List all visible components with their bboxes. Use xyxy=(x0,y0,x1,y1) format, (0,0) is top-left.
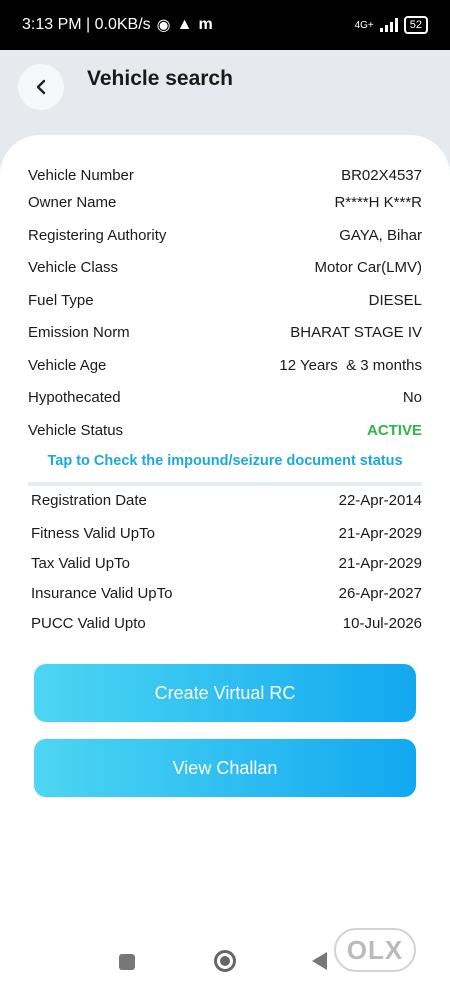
detail-value: Motor Car(LMV) xyxy=(314,258,422,276)
detail-value: GAYA, Bihar xyxy=(339,226,422,244)
detail-value: No xyxy=(402,388,422,406)
section-divider xyxy=(28,482,422,486)
detail-label: Vehicle Number xyxy=(28,166,134,184)
status-bar: 3:13 PM | 0.0KB/s ◉ ▲ m 4G+ 52 xyxy=(0,0,450,50)
chat-icon: ◉ xyxy=(156,17,171,34)
detail-value: DIESEL xyxy=(368,291,422,309)
detail-label: Vehicle Age xyxy=(28,356,107,374)
detail-label: Hypothecated xyxy=(28,388,121,406)
validity-label: Fitness Valid UpTo xyxy=(31,524,155,542)
validity-label: Insurance Valid UpTo xyxy=(31,584,173,602)
detail-row-registering-authority: Registering Authority GAYA, Bihar xyxy=(28,224,422,246)
page-header: Vehicle search xyxy=(0,50,450,140)
validity-value: 26-Apr-2027 xyxy=(338,584,422,602)
detail-row-fuel-type: Fuel Type DIESEL xyxy=(28,289,422,311)
detail-label: Owner Name xyxy=(28,193,117,211)
impound-status-link[interactable]: Tap to Check the impound/seizure documen… xyxy=(0,453,450,469)
detail-value: R****H K***R xyxy=(334,193,422,211)
validity-value: 21-Apr-2029 xyxy=(338,524,422,542)
detail-row-vehicle-status: Vehicle Status ACTIVE xyxy=(28,419,422,441)
detail-label: Emission Norm xyxy=(28,323,130,341)
page-title: Vehicle search xyxy=(87,67,233,90)
validity-row-insurance: Insurance Valid UpTo 26-Apr-2027 xyxy=(31,582,422,604)
detail-row-hypothecated: Hypothecated No xyxy=(28,386,422,408)
detail-label: Vehicle Status xyxy=(28,421,124,439)
validity-value: 21-Apr-2029 xyxy=(338,554,422,572)
validity-label: PUCC Valid Upto xyxy=(31,614,146,632)
detail-value: 12 Years & 3 months xyxy=(279,356,422,374)
validity-label: Registration Date xyxy=(31,491,147,509)
battery-level: 52 xyxy=(409,19,422,31)
detail-row-owner-name: Owner Name R****H K***R xyxy=(28,191,422,213)
create-virtual-rc-button[interactable]: Create Virtual RC xyxy=(34,664,416,722)
status-badge: ACTIVE xyxy=(366,421,422,439)
battery-icon: 52 xyxy=(403,16,428,34)
detail-label: Registering Authority xyxy=(28,226,167,244)
recents-icon[interactable] xyxy=(119,954,135,970)
validity-row-pucc: PUCC Valid Upto 10-Jul-2026 xyxy=(31,612,422,634)
detail-row-emission-norm: Emission Norm BHARAT STAGE IV xyxy=(28,321,422,343)
signal-icon xyxy=(379,18,398,32)
detail-value: BR02X4537 xyxy=(341,166,422,184)
back-button[interactable] xyxy=(18,64,64,110)
validity-row-fitness: Fitness Valid UpTo 21-Apr-2029 xyxy=(31,522,422,544)
home-icon[interactable] xyxy=(214,950,236,972)
view-challan-button[interactable]: View Challan xyxy=(34,739,416,797)
detail-row-vehicle-age: Vehicle Age 12 Years & 3 months xyxy=(28,354,422,376)
validity-row-tax: Tax Valid UpTo 21-Apr-2029 xyxy=(31,552,422,574)
validity-value: 10-Jul-2026 xyxy=(342,614,422,632)
detail-row-vehicle-class: Vehicle Class Motor Car(LMV) xyxy=(28,256,422,278)
back-arrow-icon xyxy=(36,79,46,95)
validity-row-registration-date: Registration Date 22-Apr-2014 xyxy=(31,489,422,511)
detail-label: Vehicle Class xyxy=(28,258,119,276)
detail-label: Fuel Type xyxy=(28,291,94,309)
status-time: 3:13 PM | 0.0KB/s xyxy=(22,16,151,33)
validity-label: Tax Valid UpTo xyxy=(31,554,130,572)
app-letter: m xyxy=(198,16,213,33)
detail-row-vehicle-number: Vehicle Number BR02X4537 xyxy=(28,164,422,186)
back-icon[interactable] xyxy=(312,952,327,970)
detail-value: BHARAT STAGE IV xyxy=(290,323,422,341)
notification-icon: ▲ xyxy=(176,16,193,33)
network-label: 4G+ xyxy=(354,19,374,31)
validity-value: 22-Apr-2014 xyxy=(338,491,422,509)
system-nav-bar xyxy=(0,944,450,1000)
